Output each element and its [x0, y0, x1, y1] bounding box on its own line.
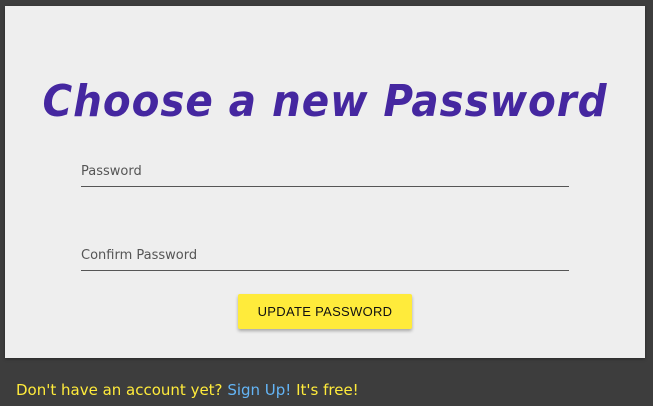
signup-prompt-text: Don't have an account yet? [16, 381, 223, 399]
confirm-password-input[interactable] [81, 240, 569, 270]
password-reset-card: Choose a new Password UPDATE PASSWORD [5, 6, 645, 358]
signup-prompt: Don't have an account yet? Sign Up! It's… [16, 381, 359, 399]
password-field[interactable] [81, 156, 569, 187]
page-title: Choose a new Password [42, 76, 608, 127]
password-input[interactable] [81, 156, 569, 186]
confirm-password-field[interactable] [81, 240, 569, 271]
signup-link[interactable]: Sign Up! [227, 381, 291, 399]
update-password-button[interactable]: UPDATE PASSWORD [238, 294, 412, 329]
signup-suffix-text: It's free! [296, 381, 359, 399]
